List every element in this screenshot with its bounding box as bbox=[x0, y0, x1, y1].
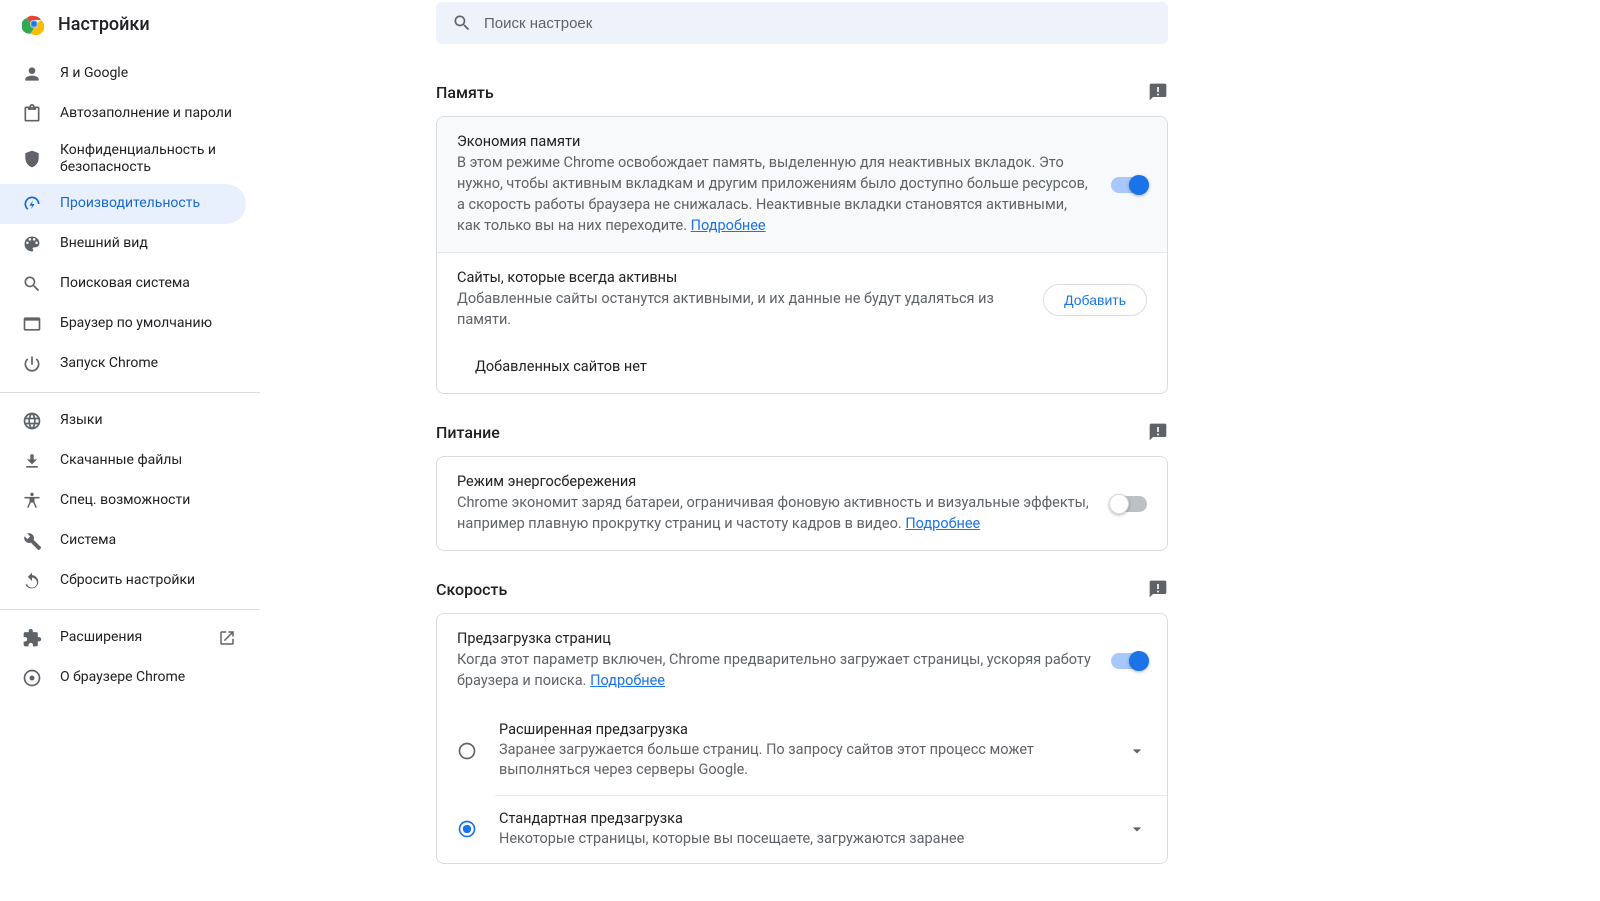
nav-label: Конфиденциальность и безопасность bbox=[60, 142, 246, 177]
radio-unselected-icon[interactable] bbox=[457, 741, 477, 761]
preload-toggle[interactable] bbox=[1111, 653, 1147, 669]
preload-option-extended[interactable]: Расширенная предзагрузка Заранее загружа… bbox=[437, 707, 1167, 795]
nav-label: Автозаполнение и пароли bbox=[60, 105, 246, 123]
nav-reset[interactable]: Сбросить настройки bbox=[0, 561, 246, 601]
main: Память Экономия памяти В этом режиме Chr… bbox=[266, 0, 1600, 901]
chrome-outline-icon bbox=[22, 668, 42, 688]
extension-icon bbox=[22, 628, 42, 648]
memory-saver-desc: В этом режиме Chrome освобождает память,… bbox=[457, 152, 1093, 236]
brand-title: Настройки bbox=[58, 14, 150, 35]
clipboard-icon bbox=[22, 104, 42, 124]
nav-label: Скачанные файлы bbox=[60, 452, 246, 470]
feedback-icon[interactable] bbox=[1148, 82, 1168, 102]
nav-label: Сбросить настройки bbox=[60, 572, 246, 590]
nav-appearance[interactable]: Внешний вид bbox=[0, 224, 246, 264]
card-power: Режим энергосбережения Chrome экономит з… bbox=[436, 456, 1168, 551]
standard-desc: Некоторые страницы, которые вы посещаете… bbox=[499, 829, 1105, 849]
accessibility-icon bbox=[22, 491, 42, 511]
section-power-head: Питание bbox=[436, 422, 1168, 442]
standard-title: Стандартная предзагрузка bbox=[499, 810, 1105, 827]
nav-downloads[interactable]: Скачанные файлы bbox=[0, 441, 246, 481]
search-icon bbox=[22, 274, 42, 294]
preload-learn-more-link[interactable]: Подробнее bbox=[590, 672, 665, 689]
performance-icon bbox=[22, 194, 42, 214]
row-energy-saver: Режим энергосбережения Chrome экономит з… bbox=[437, 457, 1167, 550]
nav: Я и Google Автозаполнение и пароли Конфи… bbox=[0, 54, 266, 698]
nav-autofill[interactable]: Автозаполнение и пароли bbox=[0, 94, 246, 134]
memory-saver-toggle[interactable] bbox=[1111, 177, 1147, 193]
radio-selected-icon[interactable] bbox=[457, 819, 477, 839]
chrome-logo-icon bbox=[22, 12, 46, 36]
nav-label: О браузере Chrome bbox=[60, 669, 246, 687]
nav-system[interactable]: Система bbox=[0, 521, 246, 561]
nav-performance[interactable]: Производительность bbox=[0, 184, 246, 224]
globe-icon bbox=[22, 411, 42, 431]
nav-privacy[interactable]: Конфиденциальность и безопасность bbox=[0, 134, 246, 184]
always-active-title: Сайты, которые всегда активны bbox=[457, 269, 1025, 286]
power-learn-more-link[interactable]: Подробнее bbox=[905, 515, 980, 532]
browser-icon bbox=[22, 314, 42, 334]
memory-learn-more-link[interactable]: Подробнее bbox=[691, 217, 766, 234]
wrench-icon bbox=[22, 531, 42, 551]
card-speed: Предзагрузка страниц Когда этот параметр… bbox=[436, 613, 1168, 864]
preload-title: Предзагрузка страниц bbox=[457, 630, 1093, 647]
nav-you-and-google[interactable]: Я и Google bbox=[0, 54, 246, 94]
energy-saver-toggle[interactable] bbox=[1111, 496, 1147, 512]
nav-label: Внешний вид bbox=[60, 235, 246, 253]
section-title-speed: Скорость bbox=[436, 580, 507, 599]
no-sites-message: Добавленных сайтов нет bbox=[437, 346, 1167, 393]
nav-about[interactable]: О браузере Chrome bbox=[0, 658, 246, 698]
feedback-icon[interactable] bbox=[1148, 579, 1168, 599]
search-input[interactable] bbox=[484, 15, 1152, 32]
section-memory-head: Память bbox=[436, 82, 1168, 102]
nav-label: Языки bbox=[60, 412, 246, 430]
brand: Настройки bbox=[0, 12, 266, 54]
nav-label: Расширения bbox=[60, 629, 200, 647]
row-preload: Предзагрузка страниц Когда этот параметр… bbox=[437, 614, 1167, 707]
nav-extensions[interactable]: Расширения bbox=[0, 618, 246, 658]
nav-separator bbox=[0, 609, 260, 610]
nav-label: Браузер по умолчанию bbox=[60, 315, 246, 333]
nav-label: Запуск Chrome bbox=[60, 355, 246, 373]
power-icon bbox=[22, 354, 42, 374]
nav-languages[interactable]: Языки bbox=[0, 401, 246, 441]
section-speed-head: Скорость bbox=[436, 579, 1168, 599]
sidebar: Настройки Я и Google Автозаполнение и па… bbox=[0, 0, 266, 901]
memory-saver-title: Экономия памяти bbox=[457, 133, 1093, 150]
search-bar[interactable] bbox=[436, 2, 1168, 44]
section-title-power: Питание bbox=[436, 423, 500, 442]
row-memory-saver: Экономия памяти В этом режиме Chrome осв… bbox=[437, 117, 1167, 252]
feedback-icon[interactable] bbox=[1148, 422, 1168, 442]
nav-label: Система bbox=[60, 532, 246, 550]
extended-title: Расширенная предзагрузка bbox=[499, 721, 1105, 738]
always-active-desc: Добавленные сайты останутся активными, и… bbox=[457, 288, 1025, 330]
palette-icon bbox=[22, 234, 42, 254]
chevron-down-icon[interactable] bbox=[1127, 741, 1147, 761]
preload-desc: Когда этот параметр включен, Chrome пред… bbox=[457, 649, 1093, 691]
nav-label: Спец. возможности bbox=[60, 492, 246, 510]
nav-label: Я и Google bbox=[60, 65, 246, 83]
nav-separator bbox=[0, 392, 260, 393]
energy-saver-desc: Chrome экономит заряд батареи, ограничив… bbox=[457, 492, 1093, 534]
add-site-button[interactable]: Добавить bbox=[1043, 284, 1147, 316]
reset-icon bbox=[22, 571, 42, 591]
open-in-new-icon bbox=[218, 629, 236, 647]
chevron-down-icon[interactable] bbox=[1127, 819, 1147, 839]
preload-option-standard[interactable]: Стандартная предзагрузка Некоторые стран… bbox=[437, 796, 1167, 863]
nav-accessibility[interactable]: Спец. возможности bbox=[0, 481, 246, 521]
search-icon bbox=[452, 13, 472, 33]
section-title-memory: Память bbox=[436, 83, 494, 102]
card-memory: Экономия памяти В этом режиме Chrome осв… bbox=[436, 116, 1168, 394]
energy-saver-title: Режим энергосбережения bbox=[457, 473, 1093, 490]
nav-search-engine[interactable]: Поисковая система bbox=[0, 264, 246, 304]
nav-label: Производительность bbox=[60, 195, 246, 213]
row-always-active: Сайты, которые всегда активны Добавленны… bbox=[437, 253, 1167, 346]
shield-icon bbox=[22, 149, 42, 169]
nav-on-startup[interactable]: Запуск Chrome bbox=[0, 344, 246, 384]
download-icon bbox=[22, 451, 42, 471]
extended-desc: Заранее загружается больше страниц. По з… bbox=[499, 740, 1105, 781]
nav-label: Поисковая система bbox=[60, 275, 246, 293]
nav-default-browser[interactable]: Браузер по умолчанию bbox=[0, 304, 246, 344]
person-icon bbox=[22, 64, 42, 84]
